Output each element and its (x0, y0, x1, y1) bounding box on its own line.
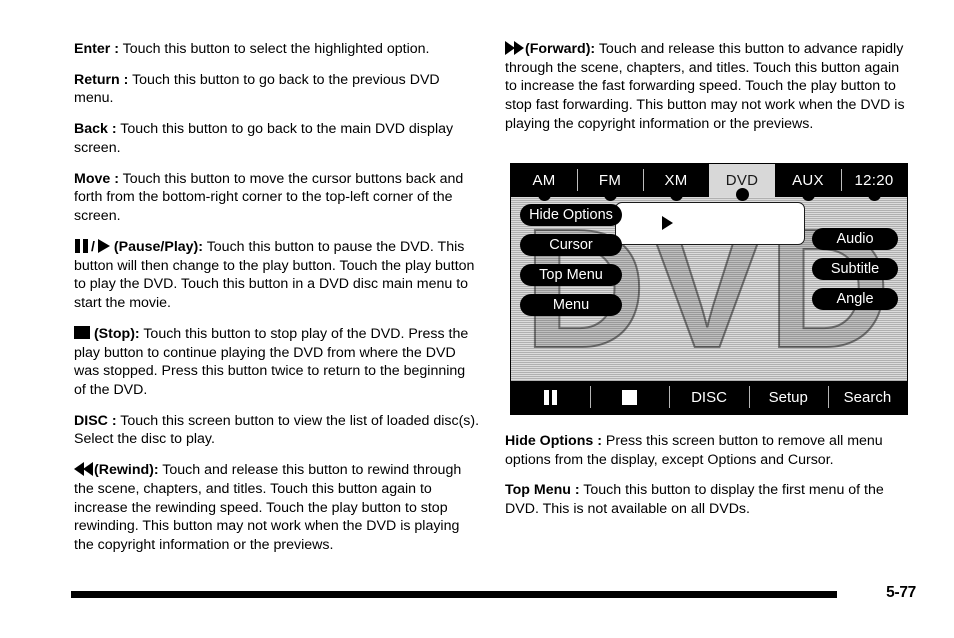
screen-button-subtitle-label: Subtitle (830, 261, 880, 277)
play-cursor-icon (662, 216, 673, 230)
paragraph-pause-play: / (Pause/Play): Touch this button to pau… (74, 238, 480, 313)
pause-icon (74, 238, 89, 253)
tab-fm-label: FM (598, 172, 622, 189)
stop-icon (622, 390, 638, 405)
fast-forward-icon (505, 41, 525, 55)
rewind-icon (74, 462, 94, 477)
term-disc: DISC : (74, 412, 117, 429)
transport-pause-button[interactable] (511, 381, 590, 414)
body-disc: Touch this screen button to view the lis… (74, 412, 480, 448)
body-enter: Touch this button to select the highligh… (118, 41, 430, 57)
transport-setup-button[interactable]: Setup (748, 381, 828, 414)
transport-disc-button[interactable]: DISC (669, 381, 748, 414)
term-pause-play: (Pause/Play): (113, 238, 204, 255)
transport-setup-label: Setup (768, 389, 808, 406)
tab-am[interactable]: AM (511, 164, 577, 197)
term-rewind: (Rewind): (94, 462, 159, 479)
screen-button-hide-options[interactable]: Hide Options (520, 204, 622, 226)
screen-button-cursor[interactable]: Cursor (520, 234, 622, 256)
transport-search-label: Search (843, 389, 892, 406)
icon-separator: / (91, 238, 95, 255)
footer-rule (71, 591, 837, 598)
term-top-menu: Top Menu : (505, 482, 580, 499)
paragraph-return: Return : Touch this button to go back to… (74, 71, 480, 108)
tab-aux[interactable]: AUX (775, 164, 841, 197)
right-text-column-bottom: Hide Options : Press this screen button … (505, 432, 911, 519)
screen-button-menu-label: Menu (552, 297, 590, 313)
dvd-screen-figure: AM FM XM DVD AUX 12:20 DVD Hide Options … (510, 163, 908, 415)
screen-button-cursor-label: Cursor (549, 237, 593, 253)
screen-button-top-menu[interactable]: Top Menu (520, 264, 622, 286)
term-return: Return : (74, 71, 129, 88)
tab-xm-label: XM (664, 172, 688, 189)
dvd-video-area: DVD Hide Options Cursor Top Menu Menu Au… (511, 197, 907, 383)
screen-button-top-menu-label: Top Menu (539, 267, 603, 283)
tab-dvd[interactable]: DVD (709, 164, 775, 197)
manual-page: Enter : Touch this button to select the … (0, 0, 954, 638)
paragraph-move: Move : Touch this button to move the cur… (74, 170, 480, 226)
tab-xm[interactable]: XM (643, 164, 709, 197)
play-icon (97, 238, 110, 253)
term-enter: Enter : (74, 41, 119, 57)
tab-aux-label: AUX (792, 172, 824, 189)
paragraph-enter: Enter : Touch this button to select the … (74, 40, 480, 59)
screen-button-menu[interactable]: Menu (520, 294, 622, 316)
term-stop: (Stop): (93, 325, 140, 342)
tab-dvd-label: DVD (725, 172, 759, 189)
transport-search-button[interactable]: Search (827, 381, 907, 414)
clock-label: 12:20 (854, 172, 894, 189)
page-number: 5-77 (886, 584, 916, 601)
info-panel (615, 202, 805, 245)
paragraph-disc: DISC : Touch this screen button to view … (74, 412, 480, 449)
screen-button-angle-label: Angle (836, 291, 874, 307)
paragraph-rewind: (Rewind): Touch and release this button … (74, 461, 480, 555)
transport-disc-label: DISC (691, 389, 727, 406)
pause-icon (543, 390, 558, 405)
screen-button-angle[interactable]: Angle (812, 288, 898, 310)
tab-fm[interactable]: FM (577, 164, 643, 197)
source-tab-bar: AM FM XM DVD AUX 12:20 (511, 164, 907, 197)
paragraph-forward: (Forward): Touch and release this button… (505, 40, 911, 134)
body-back: Touch this button to go back to the main… (74, 121, 454, 156)
screen-button-subtitle[interactable]: Subtitle (812, 258, 898, 280)
screen-button-audio-label: Audio (836, 231, 874, 247)
term-forward: (Forward): (525, 41, 596, 57)
clock-display: 12:20 (841, 164, 907, 197)
paragraph-hide-options: Hide Options : Press this screen button … (505, 432, 911, 469)
term-back: Back : (74, 121, 117, 138)
paragraph-back: Back : Touch this button to go back to t… (74, 120, 480, 157)
paragraph-stop: (Stop): Touch this button to stop play o… (74, 325, 480, 400)
right-text-column-top: (Forward): Touch and release this button… (505, 40, 911, 134)
tab-am-label: AM (532, 172, 556, 189)
term-hide-options: Hide Options : (505, 433, 602, 449)
transport-stop-button[interactable] (590, 381, 669, 414)
screen-button-audio[interactable]: Audio (812, 228, 898, 250)
left-text-column: Enter : Touch this button to select the … (74, 40, 480, 555)
body-move: Touch this button to move the cursor but… (74, 170, 464, 225)
body-return: Touch this button to go back to the prev… (74, 71, 440, 107)
transport-control-bar: DISC Setup Search (511, 381, 907, 414)
screen-button-hide-options-label: Hide Options (529, 207, 613, 223)
stop-icon (74, 325, 90, 339)
paragraph-top-menu: Top Menu : Touch this button to display … (505, 481, 911, 518)
term-move: Move : (74, 170, 119, 187)
